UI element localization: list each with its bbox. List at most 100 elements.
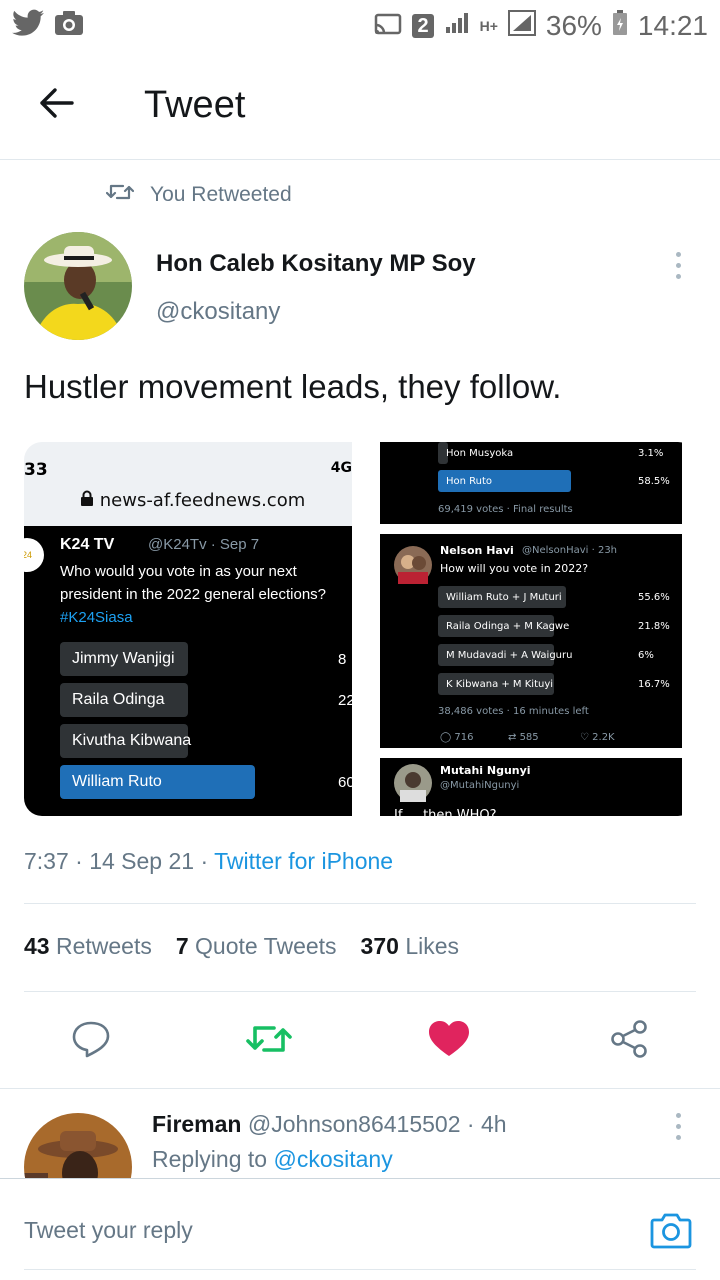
media-image-left[interactable]: 33 4G news-af.feednews.com 24 K24 TV @K2… — [24, 442, 352, 816]
k24-question-line-2: president in the 2022 general elections? — [60, 586, 327, 603]
reply-more-options-button[interactable] — [676, 1113, 681, 1140]
tweet-timestamp: 7:37 · 14 Sep 21 · Twitter for iPhone — [24, 848, 393, 875]
poll-option: Raila Odinga + M Kagwe 21.8% — [438, 615, 670, 637]
havi-likes: ♡ 2.2K — [580, 732, 615, 743]
poll-option: William Ruto + J Muturi 55.6% — [438, 586, 670, 608]
dot — [676, 274, 681, 279]
poll-option-percent: 16.7% — [638, 678, 670, 690]
retweets-stat[interactable]: 43 Retweets — [24, 933, 152, 960]
retweet-icon — [105, 182, 135, 208]
reply-author-name[interactable]: Fireman — [152, 1111, 241, 1137]
dot — [676, 1135, 681, 1140]
author-handle[interactable]: @ckositany — [156, 298, 280, 326]
poll-panel-mutahi: Mutahi Ngunyi @MutahiNgunyi If ... then … — [380, 758, 682, 816]
divider — [24, 903, 696, 904]
poll-option-percent: 60 — [338, 773, 352, 791]
poll-option: Jimmy Wanjigi 8 — [60, 642, 352, 676]
reply-composer[interactable]: Tweet your reply — [0, 1178, 720, 1280]
retweets-label: Retweets — [55, 933, 152, 959]
poll-option-label: K Kibwana + M Kituyi — [446, 678, 554, 690]
poll-option-percent: 58.5% — [638, 475, 670, 487]
reply-author-handle[interactable]: @Johnson86415502 — [248, 1111, 461, 1137]
poll-option-label: Raila Odinga — [72, 691, 165, 708]
havi-avatar — [394, 546, 432, 584]
poll-option: William Ruto 60 — [60, 765, 352, 799]
k24-meta: @K24Tv · Sep 7 — [148, 536, 260, 553]
retweets-count: 43 — [24, 933, 50, 959]
poll-option: Hon Ruto 58.5% — [438, 470, 670, 492]
poll-option-percent: 3.1% — [638, 447, 664, 459]
cast-icon — [374, 10, 402, 42]
timestamp-date: 7:37 · 14 Sep 21 · — [24, 848, 215, 874]
poll-option-label: Hon Ruto — [446, 475, 493, 487]
lock-icon — [80, 490, 100, 511]
poll-option: M Mudavadi + A Waiguru 6% — [438, 644, 668, 666]
screenshot-url: news-af.feednews.com — [80, 490, 305, 511]
back-button[interactable] — [0, 87, 112, 124]
poll-option: K Kibwana + M Kituyi 16.7% — [438, 673, 670, 695]
divider — [24, 991, 696, 992]
poll-panel-havi: Nelson Havi @NelsonHavi · 23h How will y… — [380, 534, 682, 748]
mutahi-text: If ... then WHO? — [394, 808, 497, 816]
reply-input[interactable]: Tweet your reply — [24, 1217, 193, 1244]
tweet-source-link[interactable]: Twitter for iPhone — [214, 848, 393, 874]
likes-stat[interactable]: 370 Likes — [361, 933, 459, 960]
poll-option-label: Kivutha Kibwana — [72, 732, 192, 749]
add-photo-button[interactable] — [650, 1211, 692, 1254]
replying-to: Replying to @ckositany — [152, 1146, 393, 1173]
arrow-left-icon — [38, 87, 74, 124]
likes-count: 370 — [360, 933, 399, 959]
retweet-button[interactable] — [244, 1016, 294, 1066]
poll-option-percent: 55.6% — [638, 591, 670, 603]
heart-icon — [428, 1020, 470, 1063]
share-button[interactable] — [604, 1016, 654, 1066]
divider — [24, 1269, 696, 1270]
reply-icon — [71, 1019, 111, 1064]
reply-tweet[interactable]: Fireman @Johnson86415502 · 4h Replying t… — [0, 1088, 720, 1178]
reply-time: · 4h — [466, 1111, 507, 1137]
tweet-text: Hustler movement leads, they follow. — [24, 368, 562, 405]
poll-option-percent: 21.8% — [638, 620, 670, 632]
likes-label: Likes — [405, 933, 460, 959]
havi-likes-count: 2.2K — [592, 732, 615, 743]
havi-retweets-count: 585 — [519, 732, 539, 743]
poll-option-percent: 6% — [638, 649, 654, 661]
network-type: H+ — [479, 18, 498, 34]
screenshot-browser-bar: 33 4G news-af.feednews.com — [24, 442, 352, 526]
poll-option-percent: 22 — [338, 691, 352, 709]
k24-name: K24 TV — [60, 536, 115, 553]
author-avatar[interactable] — [24, 232, 132, 340]
like-button[interactable] — [424, 1016, 474, 1066]
sim-indicator: 2 — [412, 14, 434, 38]
battery-percent: 36% — [545, 10, 602, 41]
quotes-stat[interactable]: 7 Quote Tweets — [176, 933, 337, 960]
retweet-note: You Retweeted — [105, 182, 292, 208]
poll-option-label: Hon Musyoka — [446, 447, 514, 459]
k24-question: Who would you vote in as your next presi… — [60, 560, 352, 629]
camera-icon — [54, 10, 84, 43]
reply-avatar[interactable] — [24, 1113, 132, 1178]
poll-option-label: William Ruto + J Muturi — [446, 591, 562, 603]
more-options-button[interactable] — [676, 252, 681, 279]
screenshot-time: 33 — [24, 460, 48, 480]
share-icon — [609, 1019, 649, 1064]
poll-option-label: M Mudavadi + A Waiguru — [446, 649, 573, 661]
replying-to-mention[interactable]: @ckositany — [273, 1146, 392, 1172]
author-name[interactable]: Hon Caleb Kositany MP Soy — [156, 250, 476, 278]
poll-option: Hon Musyoka 3.1% — [438, 442, 668, 464]
dot — [676, 1124, 681, 1129]
media-image-right[interactable]: Hon Musyoka 3.1% Hon Ruto 58.5% 69,419 vote… — [368, 442, 696, 816]
clock: 14:21 — [637, 10, 708, 41]
havi-replies-count: 716 — [454, 732, 474, 743]
k24-question-line-1: Who would you vote in as your next — [60, 563, 297, 580]
poll-option-label: William Ruto — [72, 773, 162, 790]
quotes-count: 7 — [175, 933, 189, 959]
app-bar: Tweet — [0, 52, 720, 160]
k24-logo: 24 — [24, 538, 44, 572]
reply-button[interactable] — [66, 1016, 116, 1066]
signal-icon-2 — [507, 9, 536, 43]
status-bar: 2 H+ 36% 14:21 — [0, 0, 720, 52]
page-title: Tweet — [144, 84, 246, 126]
havi-poll-footer: 38,486 votes · 16 minutes left — [438, 706, 589, 717]
screenshot-url-text: news-af.feednews.com — [99, 490, 306, 511]
